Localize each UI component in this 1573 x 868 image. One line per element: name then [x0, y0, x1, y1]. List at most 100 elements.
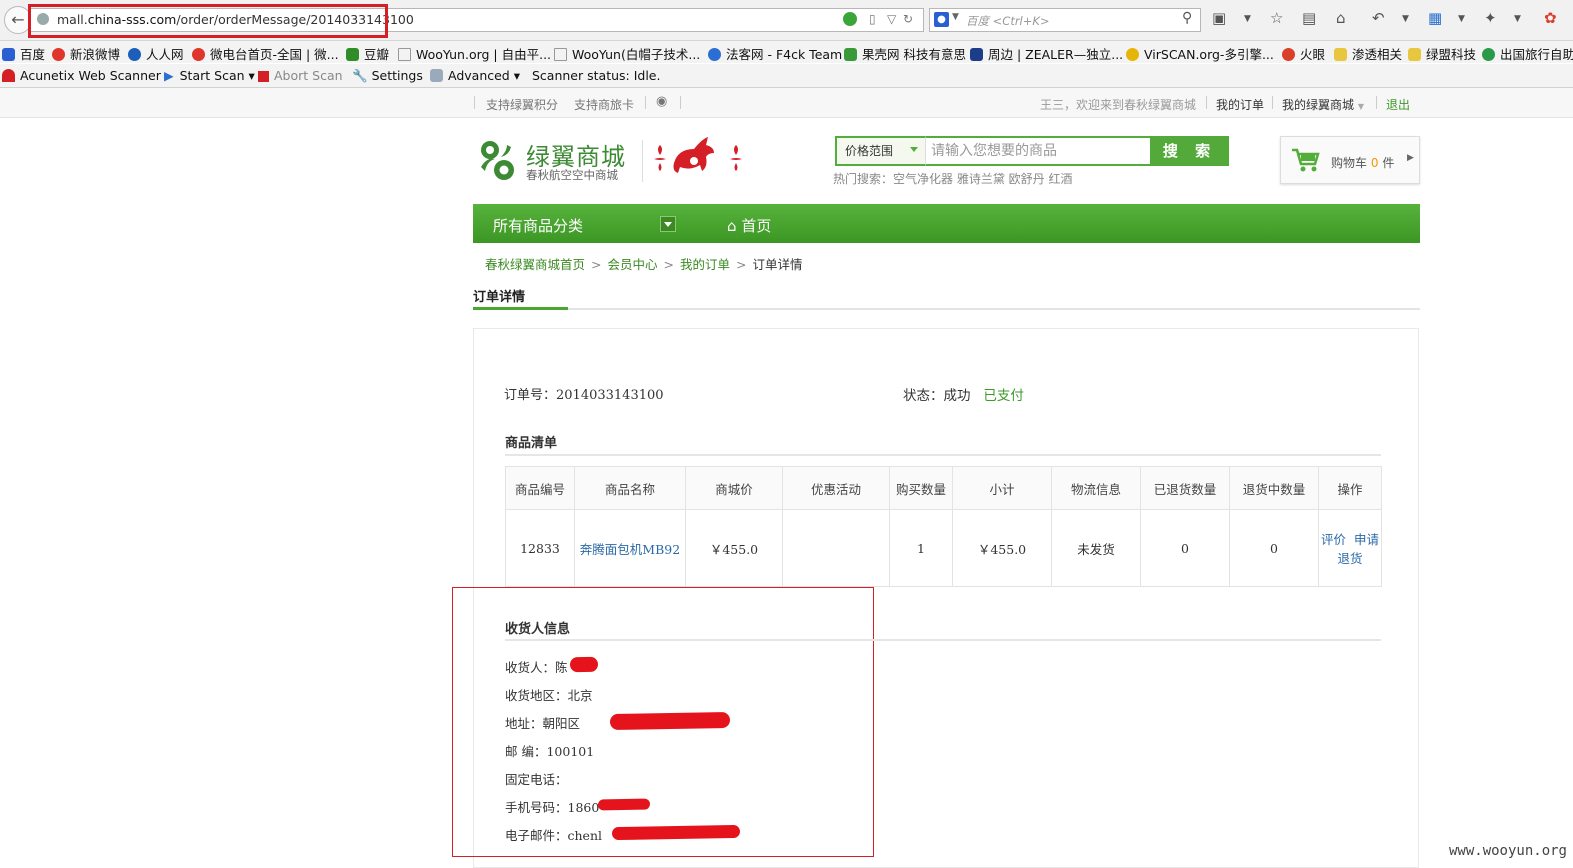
main-nav: 所有商品分类 ⌂ 首页: [473, 204, 1420, 243]
acunetix-brand[interactable]: Acunetix Web Scanner: [2, 68, 161, 83]
review-link[interactable]: 评价: [1321, 532, 1346, 547]
breadcrumb-my-orders[interactable]: 我的订单: [680, 257, 730, 272]
go-icon[interactable]: [843, 12, 857, 26]
firebug-icon[interactable]: ✿: [1544, 9, 1557, 27]
start-scan-button[interactable]: ▶ Start Scan ▾: [164, 68, 255, 83]
my-orders-link[interactable]: 我的订单: [1216, 96, 1264, 113]
cart-icon: [1291, 147, 1321, 176]
renren-icon: [128, 48, 141, 61]
bookmark-nsfocus-folder[interactable]: 绿盟科技: [1408, 44, 1476, 63]
apps-grid-icon[interactable]: ▦: [1428, 9, 1442, 27]
support-points-link[interactable]: 支持绿翼积分: [486, 96, 558, 113]
dropdown-icon[interactable]: ▽: [887, 12, 896, 26]
bookmark-virscan[interactable]: VirSCAN.org-多引擎...: [1126, 44, 1274, 63]
col-actions: 操作: [1318, 466, 1382, 510]
chevron-right-icon: ▶: [1407, 153, 1414, 163]
price-range-select[interactable]: 价格范围: [835, 136, 935, 166]
screenshot-icon[interactable]: ▣: [1212, 9, 1226, 27]
bookmarks-bar: 百度 新浪微博 人人网 微电台首页-全国 | 微... 豆瓣 WooYun.or…: [0, 41, 1573, 63]
breadcrumb-home[interactable]: 春秋绿翼商城首页: [485, 257, 585, 272]
bookmark-wooyun[interactable]: WooYun.org | 自由平...: [398, 44, 551, 63]
cart-button[interactable]: 购物车 0 件 ▶: [1280, 136, 1420, 184]
consignee-email: 电子邮件：chenl: [505, 828, 602, 843]
bookmark-douban[interactable]: 豆瓣: [346, 44, 389, 63]
nav-home-link[interactable]: ⌂ 首页: [727, 215, 771, 236]
bookmarks-list-icon[interactable]: ▤: [1302, 9, 1316, 27]
bookmark-weibo[interactable]: 新浪微博: [52, 44, 120, 63]
chevron-down-icon[interactable]: ▼: [1514, 14, 1521, 24]
advanced-button[interactable]: Advanced ▾: [430, 68, 520, 83]
tab-order-detail[interactable]: 订单详情: [473, 286, 525, 305]
bookmark-zealer[interactable]: 周边 | ZEALER—独立...: [970, 44, 1123, 63]
consignee-postcode: 邮 编：100101: [505, 744, 595, 759]
acunetix-toolbar: Acunetix Web Scanner ▶ Start Scan ▾ Abort…: [0, 64, 1573, 88]
col-qty: 购买数量: [889, 466, 953, 510]
bookmark-guokr[interactable]: 果壳网 科技有意思: [844, 44, 966, 63]
col-returning: 退货中数量: [1229, 466, 1319, 510]
bookmark-baidu[interactable]: 百度: [2, 44, 45, 63]
bookmark-wooyun-whitehat[interactable]: WooYun(白帽子技术...: [554, 44, 700, 63]
bookmark-travel[interactable]: 出国旅行自助: [1482, 44, 1573, 63]
lvyi-logo-icon[interactable]: [473, 137, 521, 186]
bookmark-weidiantai[interactable]: 微电台首页-全国 | 微...: [192, 44, 339, 63]
search-icon[interactable]: ⚲: [1182, 10, 1192, 26]
paw-icon: [2, 48, 15, 61]
breadcrumb-member-center[interactable]: 会员中心: [608, 257, 658, 272]
home-icon[interactable]: ⌂: [1336, 9, 1346, 27]
cell-product-id: 12833: [505, 509, 575, 587]
weibo-icon[interactable]: ◉: [656, 94, 667, 109]
douban-icon: [346, 48, 359, 61]
bookmark-renren[interactable]: 人人网: [128, 44, 184, 63]
chevron-down-icon: ▼: [1357, 102, 1364, 111]
order-number: 订单号：2014033143100: [504, 388, 664, 403]
home-icon: ⌂: [727, 217, 737, 235]
undo-icon[interactable]: ↶: [1372, 9, 1385, 27]
product-search-input[interactable]: 请输入您想要的商品: [925, 136, 1157, 166]
redaction-mark: [569, 656, 599, 673]
mobile-icon[interactable]: ▯: [869, 12, 876, 26]
hot-search-keywords[interactable]: 热门搜索：空气净化器 雅诗兰黛 欧舒丹 红酒: [833, 170, 1072, 187]
breadcrumb: 春秋绿翼商城首页 > 会员中心 > 我的订单 > 订单详情: [485, 257, 803, 272]
cell-qty: 1: [889, 509, 953, 587]
wooyun-watermark: www.wooyun.org: [1448, 843, 1567, 859]
extension-icon[interactable]: ✦: [1484, 9, 1497, 27]
cell-promo: [782, 509, 890, 587]
horse-mascot-logo: [652, 133, 748, 186]
weibo-icon: [52, 48, 65, 61]
items-section-title: 商品清单: [505, 436, 558, 451]
my-mall-link[interactable]: 我的绿翼商城 ▼: [1282, 96, 1364, 113]
logo-divider: [642, 140, 643, 182]
product-name-link[interactable]: 奔腾面包机MB92: [574, 509, 686, 587]
bookmark-huoyan[interactable]: 火眼: [1282, 44, 1325, 63]
abort-scan-button[interactable]: Abort Scan: [258, 68, 343, 83]
breadcrumb-current: 订单详情: [752, 257, 803, 272]
chevron-down-icon[interactable]: [660, 216, 676, 232]
page-icon: [554, 48, 567, 61]
browser-search-box[interactable]: ● ▼ 百度 <Ctrl+K> ⚲: [929, 8, 1201, 32]
star-icon[interactable]: ☆: [1270, 9, 1283, 27]
search-button[interactable]: 搜 索: [1150, 136, 1229, 166]
browser-search-placeholder: 百度 <Ctrl+K>: [966, 14, 1050, 28]
consignee-name: 收货人：陈: [505, 660, 568, 675]
reload-icon[interactable]: ↻: [903, 12, 913, 26]
tab-active-indicator: [473, 307, 568, 310]
chevron-down-icon[interactable]: ▼: [1402, 14, 1409, 24]
support-card-link[interactable]: 支持商旅卡: [574, 96, 634, 113]
consignee-mobile: 手机号码：1860: [505, 800, 600, 815]
cell-returning: 0: [1229, 509, 1319, 587]
chevron-down-icon[interactable]: ▼: [1244, 14, 1251, 24]
site-top-bar: 支持绿翼积分 支持商旅卡 ◉ 王三，欢迎来到春秋绿翼商城 我的订单 我的绿翼商城…: [0, 88, 1573, 118]
folder-icon: [1334, 48, 1347, 61]
all-categories-menu[interactable]: 所有商品分类: [493, 215, 583, 236]
logout-link[interactable]: 退出: [1386, 96, 1410, 113]
wrench-icon: 🔧: [352, 68, 368, 83]
bookmark-pentest-folder[interactable]: 渗透相关: [1334, 44, 1402, 63]
cell-actions: 评价 申请退货: [1318, 509, 1382, 587]
chevron-down-icon[interactable]: ▼: [1458, 14, 1465, 24]
cell-subtotal: ￥455.0: [952, 509, 1052, 587]
folder-icon: [1408, 48, 1421, 61]
settings-button[interactable]: 🔧 Settings: [352, 68, 423, 84]
url-highlight-box: [28, 4, 388, 38]
bookmark-f4ck[interactable]: 法客网 - F4ck Team: [708, 44, 842, 63]
chevron-down-icon[interactable]: ▼: [952, 12, 959, 22]
